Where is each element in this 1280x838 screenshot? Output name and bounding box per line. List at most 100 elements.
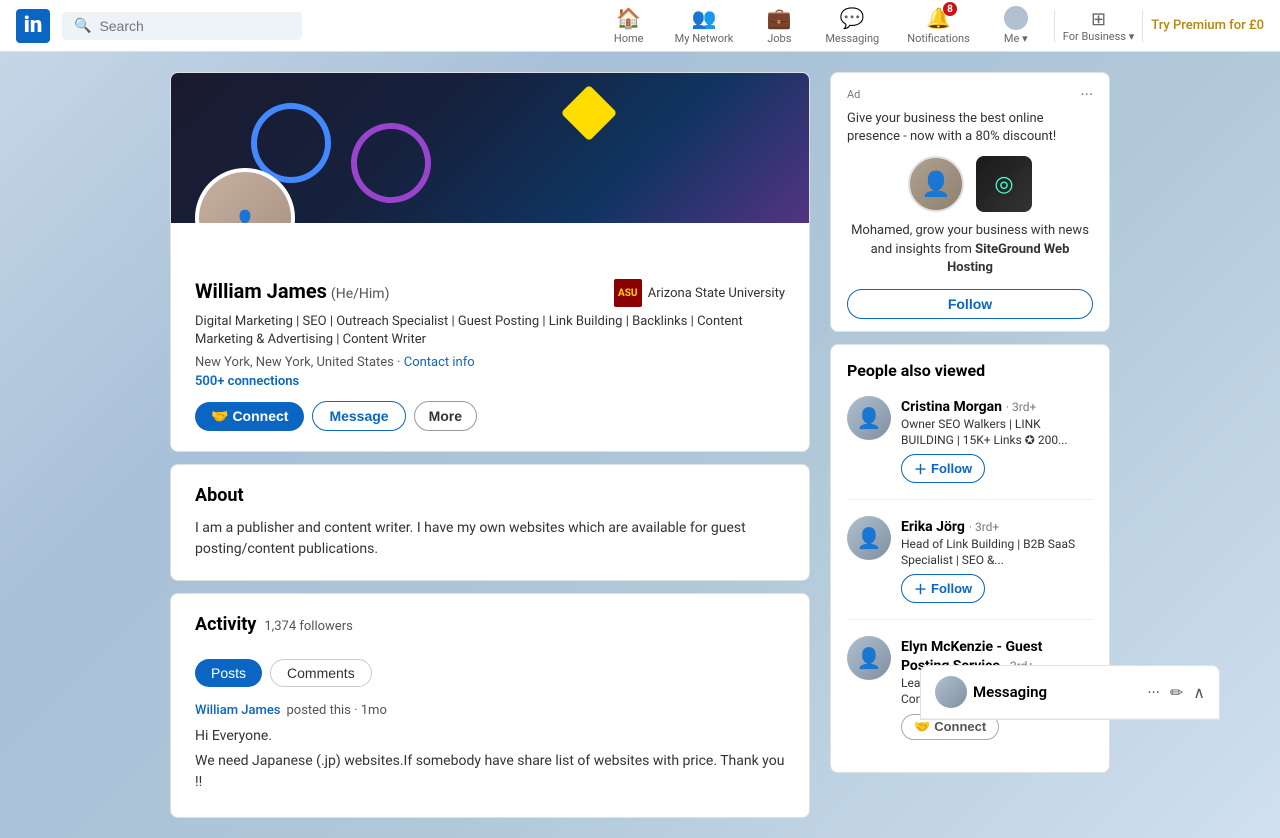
profile-card: 👤 William James (He/Him) ASU Arizona Sta… [170,72,810,452]
list-item: 👤 Erika Jörg · 3rd+ Head of Link Buildin… [847,516,1093,620]
profile-school[interactable]: ASU Arizona State University [614,279,785,307]
search-input[interactable] [99,18,290,34]
person-avatar-2: 👤 [847,516,891,560]
ad-header: Ad ··· [847,85,1093,104]
connect-icon: 🤝 [211,408,228,425]
cover-shape-yellow [561,85,618,142]
nav-notifications[interactable]: 🔔 8 Notifications [895,6,982,45]
post-author-name[interactable]: William James [195,703,280,718]
about-title: About [195,485,785,506]
plus-icon-2: ＋ [914,579,927,598]
activity-card: Activity 1,374 followers Posts Comments … [170,593,810,818]
grid-icon: ⊞ [1091,9,1106,30]
ad-more-icon[interactable]: ··· [1080,85,1093,104]
messaging-compose-icon[interactable]: ✏ [1170,683,1183,702]
post-meta: posted this · 1mo [286,703,386,718]
profile-name-row: William James (He/Him) ASU Arizona State… [195,279,785,307]
activity-followers: 1,374 followers [264,619,352,634]
post-line1: Hi Everyone. [195,726,785,747]
list-item: 👤 Cristina Morgan · 3rd+ Owner SEO Walke… [847,396,1093,500]
messaging-widget: Messaging ··· ✏ ∧ [920,665,1220,720]
profile-cover: 👤 [171,73,809,223]
search-icon: 🔍 [74,18,91,34]
person-info-2: Erika Jörg · 3rd+ Head of Link Building … [901,516,1093,603]
messaging-more-icon[interactable]: ··· [1147,683,1160,702]
profile-avatar-wrap: 👤 [195,168,295,223]
nav-me[interactable]: Me ▾ [986,6,1046,45]
connect-button[interactable]: 🤝 Connect [195,402,304,431]
nav-notifications-label: Notifications [907,32,970,45]
nav-my-network-label: My Network [675,32,734,45]
contact-info-link[interactable]: Contact info [404,355,475,370]
profile-actions: 🤝 Connect Message More [195,401,785,431]
profile-name: William James [195,279,327,303]
nav-center: 🏠 Home 👥 My Network 💼 Jobs 💬 Messaging 🔔… [599,6,1264,45]
message-button[interactable]: Message [312,401,405,431]
messaging-avatar [935,676,967,708]
profile-info: William James (He/Him) ASU Arizona State… [171,223,809,451]
post-author-row: William James posted this · 1mo [195,703,785,718]
tab-comments[interactable]: Comments [270,659,372,687]
activity-header: Activity 1,374 followers [195,614,785,647]
activity-tabs: Posts Comments [195,659,785,687]
tab-posts[interactable]: Posts [195,659,262,687]
avatar-person-icon: 👤 [235,209,255,224]
notifications-icon: 🔔 8 [926,6,951,30]
nav-home[interactable]: 🏠 Home [599,6,659,45]
jobs-icon: 💼 [767,6,792,30]
nav-my-network[interactable]: 👥 My Network [663,6,746,45]
nav-divider [1054,10,1055,42]
notification-badge: 8 [943,2,957,16]
person-headline-1: Owner SEO Walkers | LINK BUILDING | 15K+… [901,417,1093,448]
messaging-icons: ··· ✏ ∧ [1147,683,1205,702]
home-icon: 🏠 [616,6,641,30]
search-box: 🔍 [62,12,302,40]
plus-icon-3: 🤝 [914,719,930,735]
nav-messaging[interactable]: 💬 Messaging [813,6,891,45]
person-name-1[interactable]: Cristina Morgan [901,399,1002,415]
nav-messaging-label: Messaging [825,32,879,45]
ad-card: Ad ··· Give your business the best onlin… [830,72,1110,332]
cover-circle-purple [336,108,445,217]
my-network-icon: 👥 [692,6,717,30]
nav-for-business-label: For Business ▾ [1063,30,1134,43]
navbar: in 🔍 🏠 Home 👥 My Network 💼 Jobs 💬 Messag… [0,0,1280,52]
profile-connections[interactable]: 500+ connections [195,374,785,389]
nav-jobs[interactable]: 💼 Jobs [749,6,809,45]
person-name-2[interactable]: Erika Jörg [901,519,965,535]
people-also-viewed-title: People also viewed [847,361,1093,380]
about-card: About I am a publisher and content write… [170,464,810,581]
person-info-1: Cristina Morgan · 3rd+ Owner SEO Walkers… [901,396,1093,483]
person-degree-2: · 3rd+ [969,520,999,534]
profile-headline: Digital Marketing | SEO | Outreach Speci… [195,313,785,349]
nav-home-label: Home [614,32,644,45]
school-logo: ASU [614,279,642,307]
person-follow-button-1[interactable]: ＋ Follow [901,454,985,483]
page-content: 👤 William James (He/Him) ASU Arizona Sta… [40,52,1240,838]
profile-name-block: William James (He/Him) [195,279,389,303]
messaging-collapse-icon[interactable]: ∧ [1193,683,1205,702]
ad-label: Ad [847,88,860,101]
person-avatar-1: 👤 [847,396,891,440]
ad-brand-logo: ◎ [976,156,1032,212]
school-name: Arizona State University [648,286,785,301]
nav-for-business[interactable]: ⊞ For Business ▾ [1063,9,1134,43]
more-button[interactable]: More [414,401,477,431]
profile-section: 👤 William James (He/Him) ASU Arizona Sta… [170,72,810,818]
me-icon [1004,6,1028,30]
nav-jobs-label: Jobs [767,32,791,45]
person-follow-button-2[interactable]: ＋ Follow [901,574,985,603]
profile-avatar[interactable]: 👤 [195,168,295,223]
person-name-row-1: Cristina Morgan · 3rd+ [901,396,1093,415]
ad-logos: 👤 ◎ [847,156,1093,212]
messaging-title: Messaging [973,683,1047,701]
messaging-header[interactable]: Messaging ··· ✏ ∧ [921,666,1219,719]
activity-title: Activity [195,614,256,635]
messaging-icon: 💬 [840,6,865,30]
linkedin-logo[interactable]: in [16,9,50,43]
ad-follow-button[interactable]: Follow [847,289,1093,319]
profile-pronoun: (He/Him) [331,286,390,302]
nav-me-label: Me ▾ [1004,32,1028,45]
try-premium-link[interactable]: Try Premium for £0 [1151,18,1264,33]
person-avatar-3: 👤 [847,636,891,680]
